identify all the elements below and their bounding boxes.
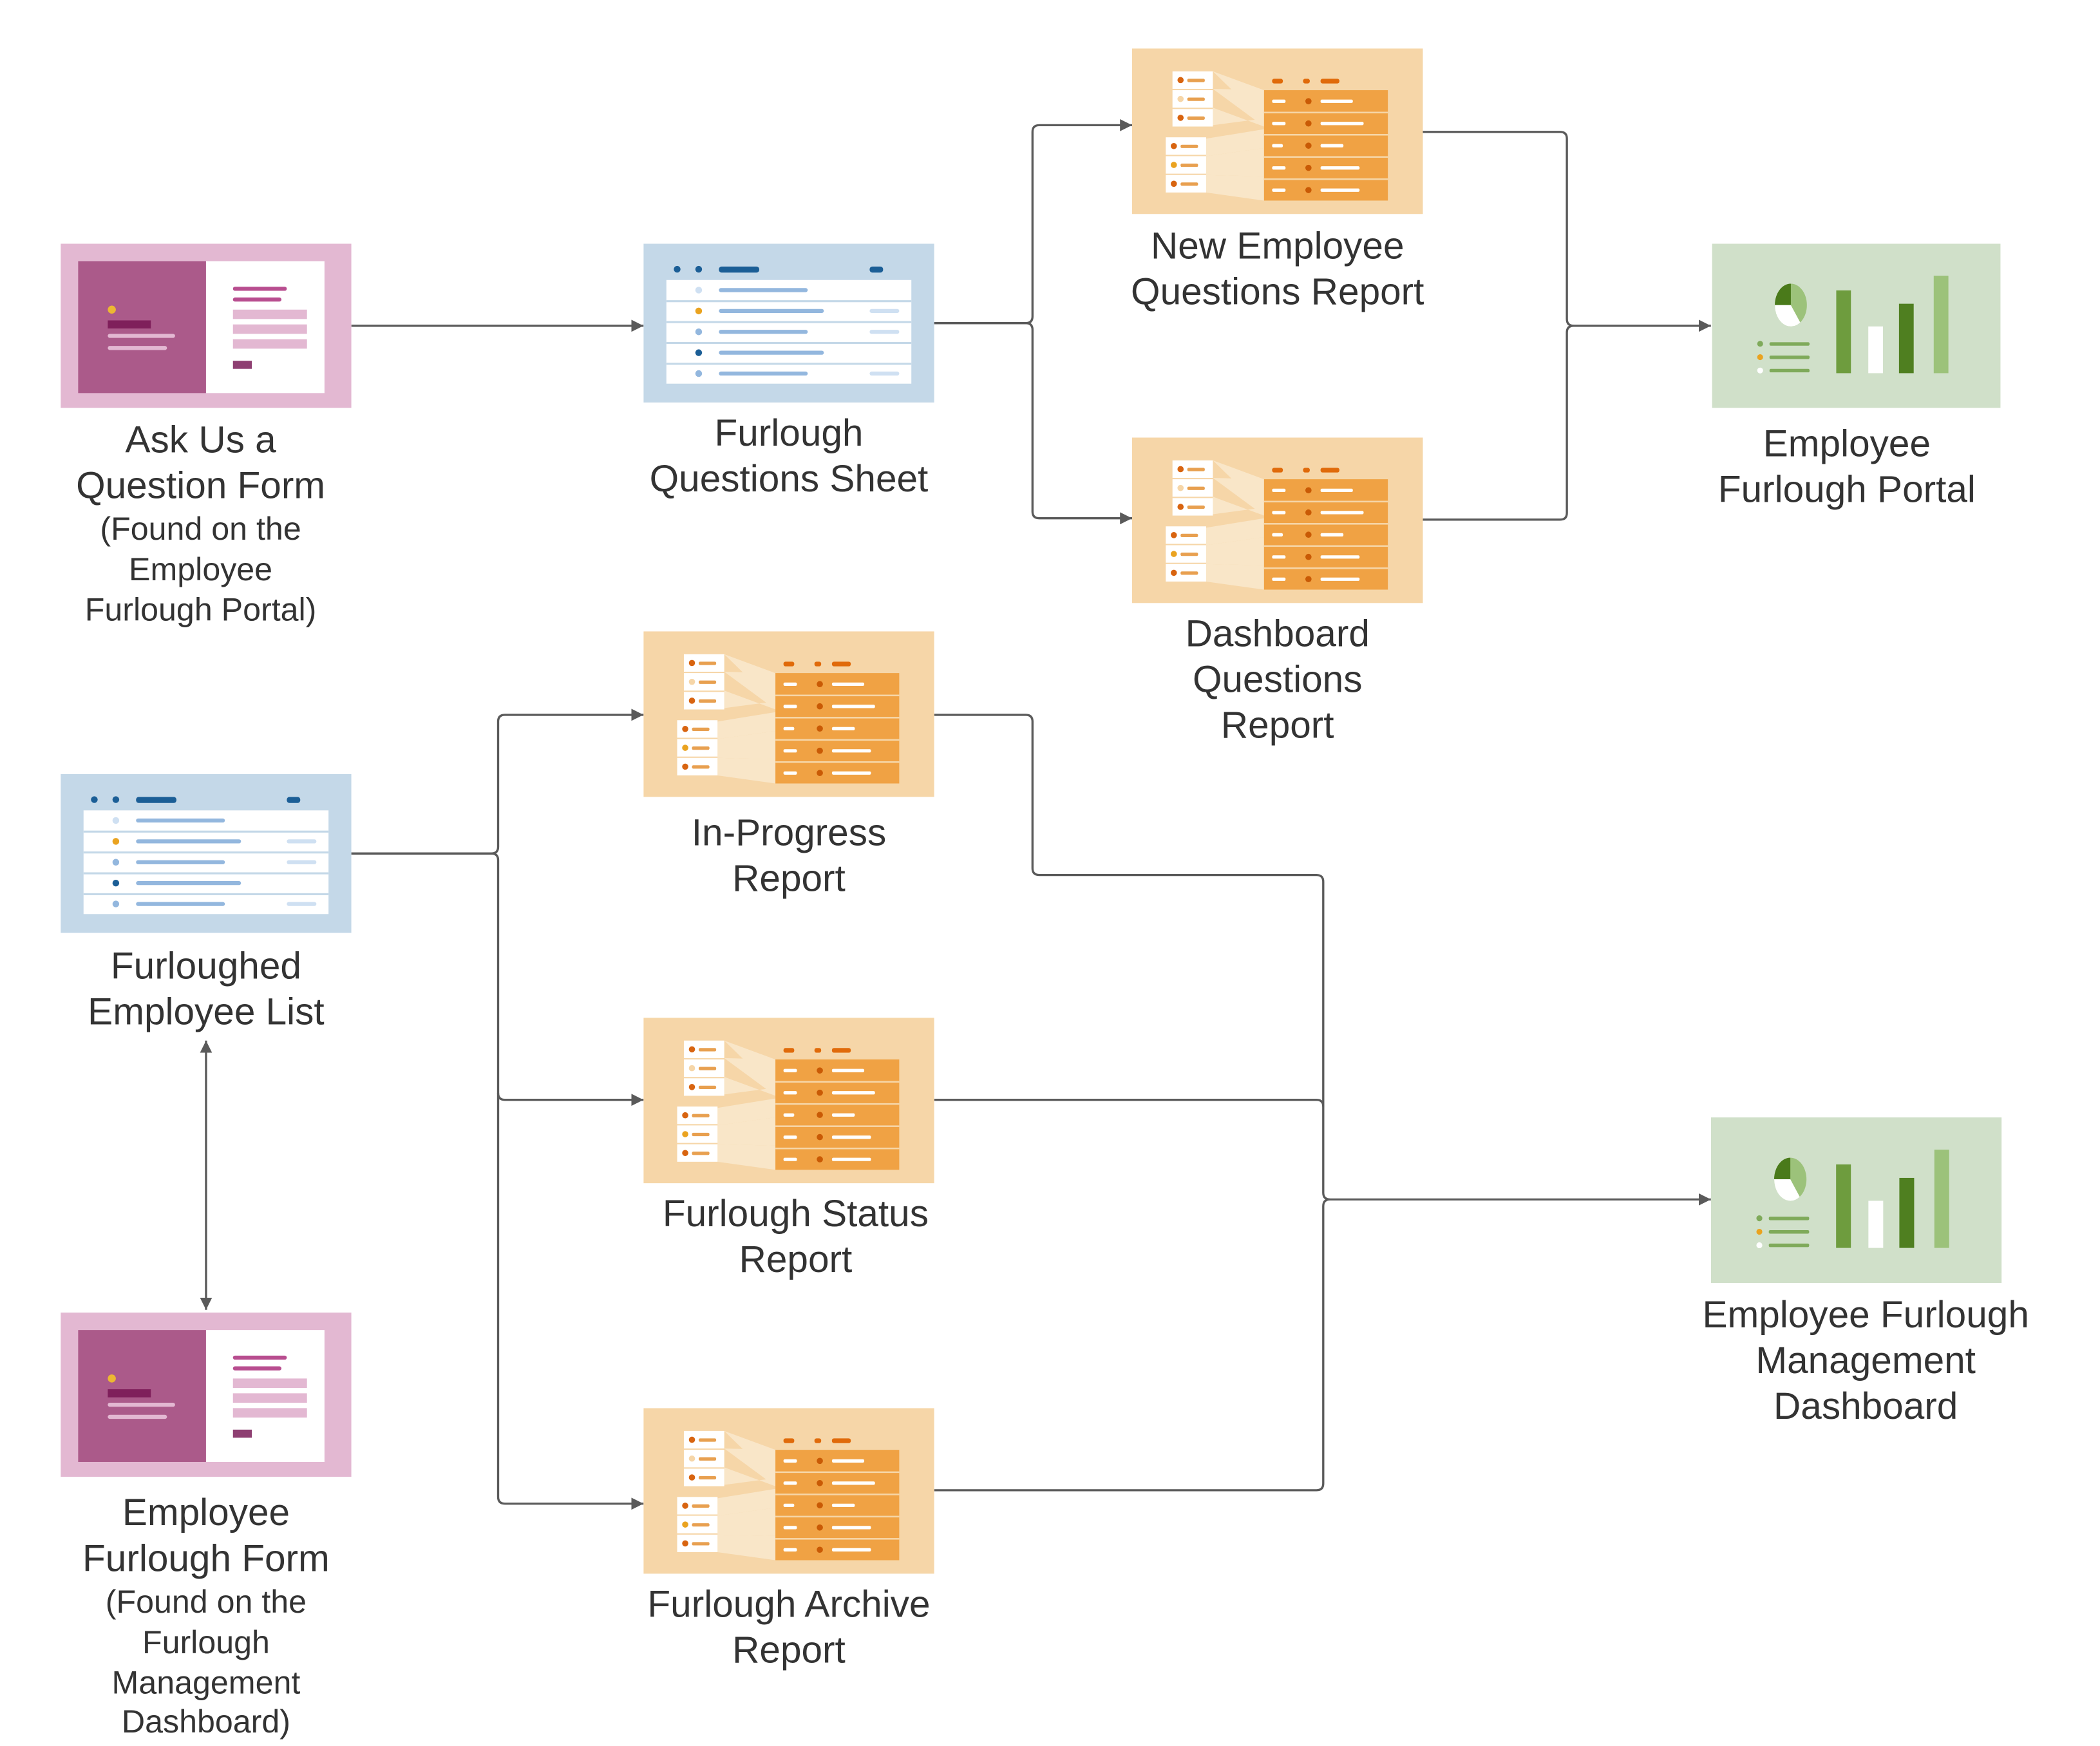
connectors [200, 119, 1711, 1510]
edge-list-to-status [351, 852, 644, 1106]
node-title: Ask Us a Question Form [76, 419, 325, 506]
node-note: (Found on the Employee Furlough Portal) [85, 511, 317, 627]
node-title: Dashboard Questions Report [1186, 612, 1370, 746]
form-icon [61, 1312, 352, 1477]
node-new-employee-questions-report[interactable]: New Employee Questions Report [1131, 48, 1424, 312]
node-note: (Found on the Furlough Management Dashboard… [106, 1584, 307, 1740]
edge-status-to-management [934, 1099, 1325, 1107]
sheet-icon [643, 243, 934, 403]
report-icon [643, 1408, 934, 1574]
node-furlough-status-report[interactable]: Furlough Status Report [643, 1018, 934, 1280]
report-icon [1132, 437, 1423, 603]
node-title: New Employee Questions Report [1131, 225, 1424, 312]
node-in-progress-report[interactable]: In-Progress Report [643, 631, 934, 900]
edge-dashboard-questions-report-to-portal [1423, 325, 1574, 521]
report-icon [643, 631, 934, 797]
node-employee-furlough-management-dashboard[interactable]: Employee Furlough Management Dashboard [1702, 1117, 2029, 1427]
node-title: Employee Furlough Portal [1718, 423, 1976, 511]
edge-list-to-in-progress [351, 708, 644, 855]
node-title: Furlough Questions Sheet [650, 412, 929, 500]
node-title: Furlough Archive Report [647, 1583, 930, 1671]
node-ask-us-a-question-form[interactable]: Ask Us a Question Form (Found on the Emplo… [61, 243, 352, 628]
node-employee-furlough-form[interactable]: Employee Furlough Form (Found on the Furlo… [61, 1312, 352, 1740]
report-icon [643, 1018, 934, 1184]
report-icon [1132, 48, 1423, 214]
workflow-diagram: Ask Us a Question Form (Found on the Emplo… [61, 48, 2029, 1740]
edge-archive-to-management [934, 1198, 1330, 1492]
edge-sheet-to-dashboard-questions-report [934, 321, 1133, 525]
dashboard-icon [1712, 243, 2001, 408]
edge-new-employee-report-to-portal [1423, 131, 1711, 332]
node-employee-furlough-portal[interactable]: Employee Furlough Portal [1712, 243, 2001, 511]
edge-sheet-to-new-employee-report [934, 119, 1133, 325]
sheet-icon [61, 773, 352, 933]
node-dashboard-questions-report[interactable]: Dashboard Questions Report [1132, 437, 1423, 746]
node-furlough-archive-report[interactable]: Furlough Archive Report [643, 1408, 934, 1671]
edge-list-to-archive [497, 1093, 644, 1510]
edge-in-progress-to-management [934, 714, 1711, 1206]
form-icon [61, 243, 352, 408]
node-furloughed-employee-list[interactable]: Furloughed Employee List [61, 773, 352, 1033]
node-title: Furloughed Employee List [88, 945, 325, 1033]
node-title: Furlough Status Report [663, 1193, 929, 1280]
node-furlough-questions-sheet[interactable]: Furlough Questions Sheet [643, 243, 934, 500]
dashboard-icon [1710, 1117, 2002, 1283]
node-title: Employee Furlough Management Dashboard [1702, 1294, 2029, 1427]
node-title: In-Progress Report [692, 812, 886, 900]
node-title: Employee Furlough Form [82, 1492, 330, 1579]
